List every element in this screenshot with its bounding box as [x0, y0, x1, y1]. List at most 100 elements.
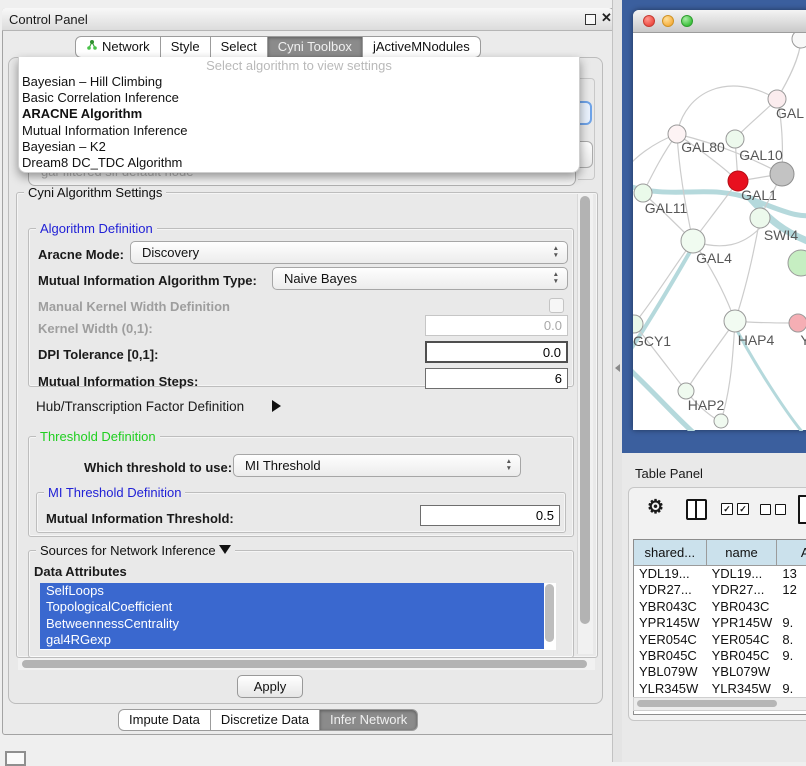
apply-button[interactable]: Apply: [237, 675, 303, 698]
aracne-mode-value: Discovery: [142, 245, 199, 260]
manual-kernel-checkbox[interactable]: [549, 298, 564, 313]
sources-title-text: Sources for Network Inference: [40, 543, 216, 558]
table-cell: YDR27...: [707, 582, 778, 598]
kernel-width-field[interactable]: 0.0: [425, 315, 568, 336]
attribute-item-topologicalcoefficient[interactable]: TopologicalCoefficient: [40, 599, 544, 615]
minimize-window-icon[interactable]: [662, 15, 674, 27]
table-row[interactable]: YDL19...YDL19...13: [634, 566, 806, 582]
tab-network[interactable]: Network: [75, 36, 161, 58]
network-node[interactable]: [792, 33, 806, 48]
algorithm-option-dream8-dc-tdc-algorithm[interactable]: Dream8 DC_TDC Algorithm: [19, 155, 579, 171]
table-cell: [777, 664, 806, 680]
settings-vertical-scrollbar-thumb[interactable]: [580, 196, 590, 624]
data-attributes-list[interactable]: SelfLoopsTopologicalCoefficientBetweenne…: [40, 583, 556, 650]
zoom-window-icon[interactable]: [681, 15, 693, 27]
tab-label: Impute Data: [129, 710, 200, 730]
data-attributes-label: Data Attributes: [34, 564, 127, 579]
column-header-a[interactable]: A: [777, 540, 806, 565]
table-row[interactable]: YPR145WYPR145W9.: [634, 615, 806, 631]
aracne-mode-combo[interactable]: Discovery ▲▼: [130, 241, 568, 264]
tab-impute-data[interactable]: Impute Data: [118, 709, 211, 731]
settings-horizontal-scrollbar-thumb[interactable]: [22, 660, 587, 668]
attribute-item-selfloops[interactable]: SelfLoops: [40, 583, 544, 599]
manual-kernel-label: Manual Kernel Width Definition: [38, 299, 230, 314]
network-window[interactable]: GALGAL80GAL10GAL1GAL11SWI4GAL4GCY1HAP4YH…: [633, 10, 806, 430]
node-label-gal11: GAL11: [645, 200, 688, 216]
columns-icon[interactable]: [686, 499, 707, 520]
algorithm-option-bayesian-k2[interactable]: Bayesian – K2: [19, 139, 579, 155]
checked-checkbox-icon[interactable]: ✓: [737, 503, 749, 515]
network-window-titlebar[interactable]: [633, 10, 806, 33]
checked-checkbox-icon[interactable]: ✓: [721, 503, 733, 515]
network-node[interactable]: [788, 250, 806, 276]
spinner-arrows-icon: ▲▼: [506, 458, 512, 472]
unchecked-checkbox-icon[interactable]: [775, 504, 786, 515]
bottom-tab-row: Impute Data Discretize DataInfer Network: [118, 709, 418, 731]
table-row[interactable]: YBL079WYBL079W: [634, 664, 806, 680]
expand-arrow-icon[interactable]: [272, 399, 281, 414]
mi-threshold-field[interactable]: 0.5: [420, 505, 560, 526]
collapse-arrow-icon[interactable]: [219, 545, 231, 554]
tab-infer-network[interactable]: Infer Network: [320, 709, 418, 731]
tab-select[interactable]: Select: [211, 36, 268, 58]
close-panel-icon[interactable]: ✕: [601, 10, 612, 26]
float-panel-icon[interactable]: [585, 14, 596, 25]
mi-algorithm-type-value: Naive Bayes: [284, 271, 357, 286]
table-row[interactable]: YER054CYER054C8.: [634, 632, 806, 648]
network-node-hap4[interactable]: [724, 310, 746, 332]
tab-discretize-data[interactable]: Discretize Data: [211, 709, 320, 731]
threshold-definition-title: Threshold Definition: [36, 429, 160, 444]
network-node-gal10[interactable]: [726, 130, 744, 148]
document-icon[interactable]: [798, 495, 806, 524]
algorithm-option-bayesian-hill-climbing[interactable]: Bayesian – Hill Climbing: [19, 74, 579, 90]
column-header-shared[interactable]: shared...: [634, 540, 707, 565]
table-row[interactable]: YBR043CYBR043C: [634, 599, 806, 615]
algorithm-option-basic-correlation-inference[interactable]: Basic Correlation Inference: [19, 90, 579, 106]
dpi-tolerance-value: 0.0: [543, 345, 561, 360]
attribute-item-betweennesscentrality[interactable]: BetweennessCentrality: [40, 616, 544, 632]
column-header-name[interactable]: name: [707, 540, 778, 565]
algorithm-option-mutual-information-inference[interactable]: Mutual Information Inference: [19, 123, 579, 139]
network-node-swi4[interactable]: [750, 208, 770, 228]
settings-horizontal-scrollbar[interactable]: [18, 658, 595, 670]
gear-icon[interactable]: ⚙: [647, 496, 664, 519]
node-label-hap4: HAP4: [738, 332, 775, 348]
algorithm-option-aracne-algorithm[interactable]: ARACNE Algorithm: [19, 106, 579, 122]
table-row[interactable]: YLR345WYLR345W9.: [634, 681, 806, 697]
network-node-y[interactable]: [789, 314, 806, 332]
mi-steps-field[interactable]: 6: [425, 368, 568, 389]
attributes-scrollbar-thumb[interactable]: [545, 584, 554, 642]
table-cell: YDL19...: [634, 566, 707, 582]
table-cell: YBR045C: [707, 648, 778, 664]
divider-collapse-icon[interactable]: [615, 364, 620, 372]
table-horizontal-scrollbar-thumb[interactable]: [637, 700, 777, 707]
table-horizontal-scrollbar[interactable]: [633, 697, 806, 711]
network-node[interactable]: [770, 162, 794, 186]
tab-style[interactable]: Style: [161, 36, 211, 58]
hub-section-label: Hub/Transcription Factor Definition: [36, 399, 244, 414]
table-row[interactable]: YDR27...YDR27...12: [634, 582, 806, 598]
table-row[interactable]: YBR045CYBR045C9.: [634, 648, 806, 664]
table-cell: 12: [777, 582, 806, 598]
mi-algorithm-type-combo[interactable]: Naive Bayes ▲▼: [272, 267, 568, 290]
settings-vertical-scrollbar[interactable]: [577, 194, 593, 654]
dropdown-prompt: Select algorithm to view settings: [19, 57, 579, 74]
docked-panel-icon[interactable]: [5, 751, 26, 766]
tab-cyni-toolbox[interactable]: Cyni Toolbox: [268, 36, 363, 58]
network-node[interactable]: [714, 414, 728, 428]
network-canvas[interactable]: GALGAL80GAL10GAL1GAL11SWI4GAL4GCY1HAP4YH…: [633, 33, 806, 431]
tab-label: Style: [171, 37, 200, 57]
unchecked-checkbox-icon[interactable]: [760, 504, 771, 515]
algorithm-definition-title: Algorithm Definition: [36, 221, 157, 236]
dropdown-options: Bayesian – Hill ClimbingBasic Correlatio…: [19, 74, 579, 171]
tab-jactivemnodules[interactable]: jActiveMNodules: [363, 36, 481, 58]
dpi-tolerance-field[interactable]: 0.0: [425, 341, 568, 363]
table-cell: YBR043C: [634, 599, 707, 615]
which-threshold-combo[interactable]: MI Threshold ▲▼: [233, 454, 521, 477]
close-window-icon[interactable]: [643, 15, 655, 27]
attribute-item-gal4rgexp[interactable]: gal4RGexp: [40, 632, 544, 648]
node-table[interactable]: shared...nameA YDL19...YDL19...13YDR27..…: [633, 539, 806, 715]
network-combo-fragment[interactable]: gal-filtered sif default node: [28, 172, 576, 186]
kernel-width-value: 0.0: [544, 318, 562, 333]
mi-steps-label: Mutual Information Steps:: [38, 374, 198, 389]
